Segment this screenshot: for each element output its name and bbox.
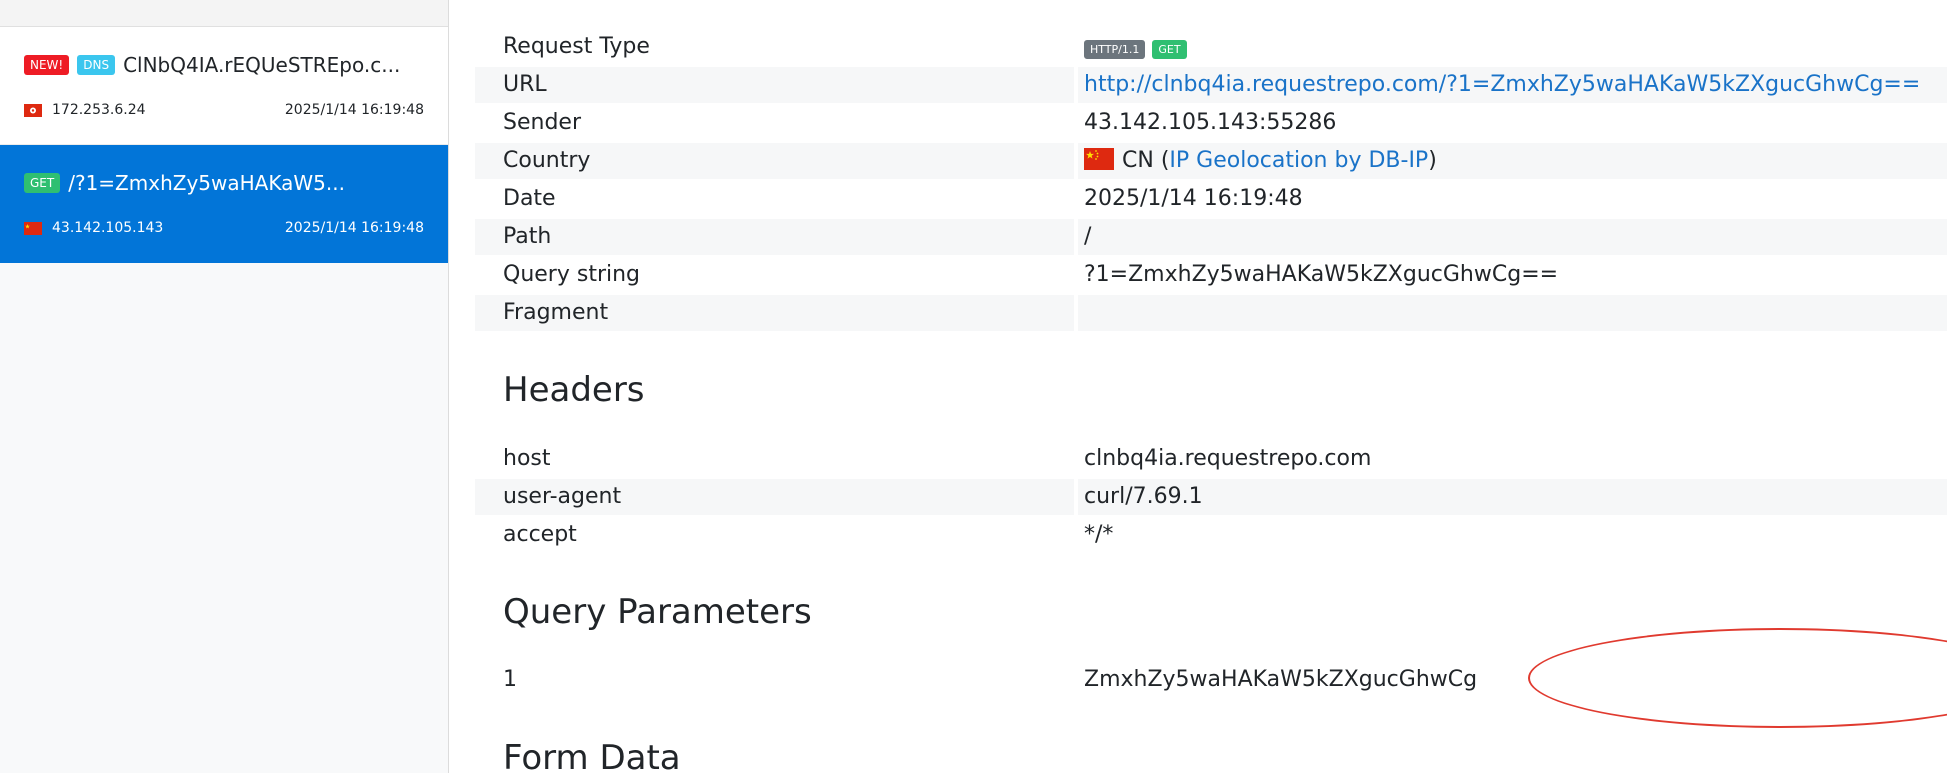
- detail-row-date: Date 2025/1/14 16:19:48: [475, 181, 1947, 217]
- detail-row-country: Country CN (IP Geolocation by DB-IP): [475, 143, 1947, 179]
- detail-row-path: Path /: [475, 219, 1947, 255]
- query-parameters-heading: Query Parameters: [503, 592, 812, 632]
- request-item-title: /?1=ZmxhZy5waHAKaW5...: [68, 171, 345, 195]
- detail-value: 43.142.105.143:55286: [1084, 110, 1337, 135]
- header-value: */*: [1084, 522, 1114, 547]
- header-value: curl/7.69.1: [1078, 479, 1947, 515]
- new-badge: NEW!: [24, 55, 70, 75]
- request-item-header: NEW! DNS ClNbQ4IA.rEQUeSTREpo.c...: [24, 53, 400, 77]
- header-key: user-agent: [475, 479, 1074, 515]
- china-flag-icon: [1084, 148, 1114, 170]
- request-list-item[interactable]: NEW! DNS ClNbQ4IA.rEQUeSTREpo.c... 172.2…: [0, 27, 448, 145]
- header-row: host clnbq4ia.requestrepo.com: [475, 441, 1947, 477]
- detail-value: CN (IP Geolocation by DB-IP): [1078, 143, 1947, 179]
- hong-kong-flag-icon: [24, 103, 42, 117]
- detail-key: Sender: [503, 110, 581, 135]
- header-row: user-agent curl/7.69.1: [475, 479, 1947, 515]
- detail-key: URL: [475, 67, 1074, 103]
- header-key: accept: [503, 522, 577, 547]
- request-detail-panel: Request Type HTTP/1.1 GET URL http://cln…: [475, 0, 1947, 773]
- request-item-title: ClNbQ4IA.rEQUeSTREpo.c...: [123, 53, 401, 77]
- detail-key: Date: [503, 186, 556, 211]
- detail-value: 2025/1/14 16:19:48: [1084, 186, 1303, 211]
- geolocation-link[interactable]: IP Geolocation by DB-IP: [1169, 148, 1428, 173]
- query-parameter-row: 1 ZmxhZy5waHAKaW5kZXgucGhwCg: [475, 662, 1947, 698]
- query-parameter-value: ZmxhZy5waHAKaW5kZXgucGhwCg: [1084, 667, 1478, 692]
- detail-row-query-string: Query string ?1=ZmxhZy5waHAKaW5kZXgucGhw…: [475, 257, 1947, 293]
- detail-key: Path: [475, 219, 1074, 255]
- query-parameter-key: 1: [503, 667, 517, 692]
- china-flag-icon: [24, 221, 42, 235]
- request-item-ip: 43.142.105.143: [52, 220, 164, 236]
- detail-value: [1078, 295, 1947, 331]
- headers-heading: Headers: [503, 370, 645, 410]
- request-item-header: GET /?1=ZmxhZy5waHAKaW5...: [24, 171, 345, 195]
- get-badge: GET: [24, 173, 61, 193]
- detail-value: http://clnbq4ia.requestrepo.com/?1=ZmxhZ…: [1078, 67, 1947, 103]
- request-item-meta: 172.253.6.24 2025/1/14 16:19:48: [24, 102, 424, 118]
- detail-row-url: URL http://clnbq4ia.requestrepo.com/?1=Z…: [475, 67, 1947, 103]
- header-row: accept */*: [475, 517, 1947, 553]
- sidebar-top-strip: [0, 0, 448, 27]
- request-item-ip: 172.253.6.24: [52, 102, 146, 118]
- detail-value: ?1=ZmxhZy5waHAKaW5kZXgucGhwCg==: [1084, 262, 1559, 287]
- url-link[interactable]: http://clnbq4ia.requestrepo.com/?1=ZmxhZ…: [1084, 72, 1920, 97]
- request-list-item-selected[interactable]: GET /?1=ZmxhZy5waHAKaW5... 43.142.105.14…: [0, 145, 448, 263]
- country-code: CN: [1122, 148, 1154, 173]
- request-item-date: 2025/1/14 16:19:48: [284, 102, 424, 118]
- request-list-sidebar: NEW! DNS ClNbQ4IA.rEQUeSTREpo.c... 172.2…: [0, 0, 449, 773]
- request-item-meta: 43.142.105.143 2025/1/14 16:19:48: [24, 220, 424, 236]
- method-badge: GET: [1152, 40, 1187, 59]
- detail-value: HTTP/1.1 GET: [1078, 29, 1947, 65]
- dns-badge: DNS: [77, 55, 116, 75]
- detail-key: Country: [475, 143, 1074, 179]
- detail-row-sender: Sender 43.142.105.143:55286: [475, 105, 1947, 141]
- detail-key: Fragment: [475, 295, 1074, 331]
- detail-key: Query string: [503, 262, 641, 287]
- request-item-date: 2025/1/14 16:19:48: [284, 220, 424, 236]
- header-key: host: [503, 446, 551, 471]
- detail-row-request-type: Request Type HTTP/1.1 GET: [475, 29, 1947, 65]
- country-paren-close: ): [1428, 148, 1437, 173]
- form-data-heading: Form Data: [503, 738, 681, 773]
- detail-key: Request Type: [503, 34, 650, 59]
- protocol-badge: HTTP/1.1: [1084, 40, 1146, 59]
- detail-value: /: [1078, 219, 1947, 255]
- detail-row-fragment: Fragment: [475, 295, 1947, 331]
- header-value: clnbq4ia.requestrepo.com: [1084, 446, 1372, 471]
